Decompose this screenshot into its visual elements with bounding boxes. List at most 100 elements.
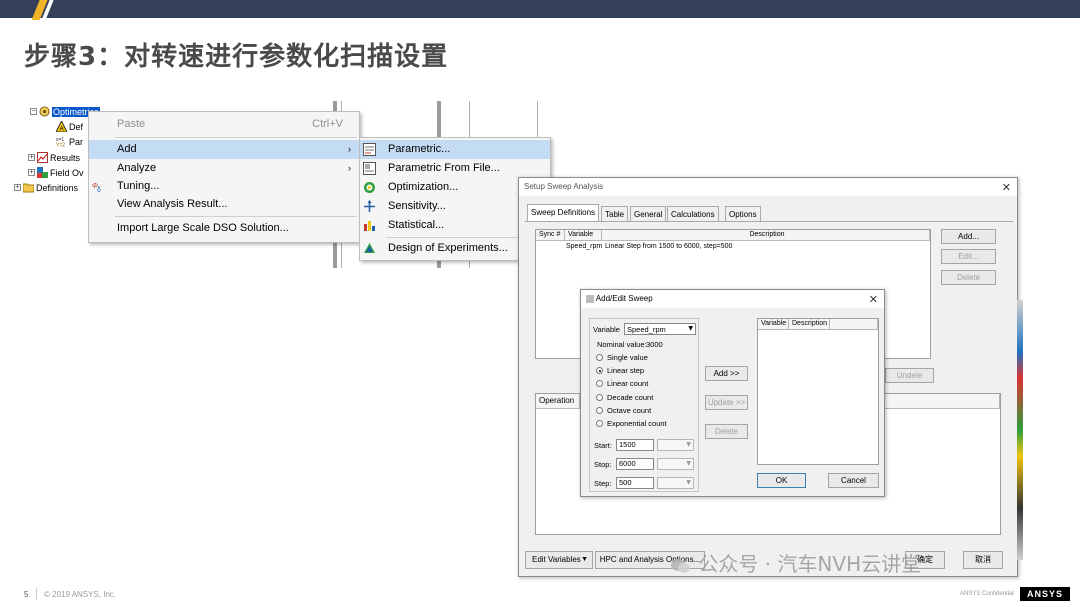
radio-exponential-count[interactable]: Exponential count	[596, 419, 667, 428]
start-unit-select[interactable]: ▼	[657, 439, 694, 451]
radio-linear-count[interactable]: Linear count	[596, 379, 648, 388]
step-label: Step:	[594, 479, 612, 488]
undelete-button[interactable]: Undele	[885, 368, 934, 383]
parametric-xy-icon: x=1Y=2	[56, 137, 65, 148]
menu-item-add[interactable]: Add ›	[89, 140, 359, 159]
svg-text:δ: δ	[97, 187, 101, 193]
start-input[interactable]: 1500	[616, 439, 654, 451]
menu-item-paste[interactable]: Paste Ctrl+V	[89, 115, 359, 134]
col-header-variable[interactable]: Variable	[565, 230, 602, 241]
delete-button[interactable]: Delete	[941, 270, 996, 285]
edit-button[interactable]: Edit...	[941, 249, 996, 264]
doe-icon	[364, 243, 375, 253]
stop-input[interactable]: 6000	[616, 458, 654, 470]
cancel-button[interactable]: Cancel	[828, 473, 879, 488]
update-button[interactable]: Update >>	[705, 395, 748, 410]
submenu-item-parametric[interactable]: Parametric...	[360, 140, 550, 159]
menu-separator	[115, 137, 357, 138]
col-header-description[interactable]: Description	[789, 319, 830, 330]
variable-label: Variable	[593, 325, 620, 334]
sweep-list: Variable Description	[757, 318, 879, 465]
context-menu: Paste Ctrl+V Add › Analyze › Φδ Tuning..…	[88, 111, 360, 243]
col-header-sync[interactable]: Sync #	[536, 230, 565, 241]
variable-select[interactable]: Speed_rpm ▼	[624, 323, 696, 335]
app-icon	[586, 294, 594, 303]
tree-item-field-overlays[interactable]: + Field Ov	[28, 167, 84, 178]
tab-sweep-definitions[interactable]: Sweep Definitions	[527, 204, 600, 221]
start-label: Start:	[594, 441, 612, 450]
radio-single-value[interactable]: Single value	[596, 353, 648, 362]
statistical-icon	[364, 221, 375, 231]
table-row[interactable]: Speed_rpm Linear Step from 1500 to 6000,…	[536, 242, 930, 253]
sensitivity-icon	[364, 200, 375, 212]
radio-circle-icon	[596, 407, 603, 414]
radio-decade-count[interactable]: Decade count	[596, 393, 653, 402]
radio-octave-count[interactable]: Octave count	[596, 406, 651, 415]
svg-text:Y=2: Y=2	[56, 143, 65, 148]
tab-options[interactable]: Options	[725, 206, 761, 221]
cancel-button[interactable]: 取消	[963, 551, 1003, 569]
radio-circle-icon	[596, 394, 603, 401]
tab-table[interactable]: Table	[601, 206, 629, 221]
col-header-operation[interactable]: Operation	[536, 394, 580, 409]
expand-icon[interactable]: +	[28, 169, 35, 176]
parametric-file-icon	[363, 162, 376, 175]
wechat-icon	[671, 558, 690, 573]
menu-item-import-dso[interactable]: Import Large Scale DSO Solution...	[89, 219, 359, 238]
slide-title: 步骤3：对转速进行参数化扫描设置	[24, 42, 449, 72]
tab-strip: Sweep Definitions Table General Calculat…	[527, 204, 1017, 222]
copyright-text: © 2019 ANSYS, Inc.	[44, 590, 117, 599]
parametric-icon	[363, 143, 376, 156]
ansys-logo: ANSYS	[1020, 587, 1070, 601]
submenu-arrow-icon: ›	[348, 163, 351, 173]
tree-item-parametric[interactable]: x=1 Y=2 Par	[56, 136, 83, 148]
tuning-icon: Φδ	[92, 183, 101, 193]
dialog-title: Add/Edit Sweep ✕	[581, 290, 884, 308]
results-icon	[37, 152, 48, 163]
col-header-description[interactable]: Description	[602, 230, 930, 241]
tree-item-results[interactable]: + Results	[28, 152, 80, 163]
row-variable: Speed_rpm	[566, 243, 603, 250]
row-description: Linear Step from 1500 to 6000, step=500	[605, 243, 733, 250]
tab-general[interactable]: General	[630, 206, 667, 221]
chevron-down-icon: ▼	[686, 479, 691, 486]
close-icon[interactable]: ✕	[1002, 179, 1011, 197]
submenu-item-parametric-from-file[interactable]: Parametric From File...	[360, 159, 550, 178]
radio-circle-icon	[596, 354, 603, 361]
menu-item-tuning[interactable]: Φδ Tuning...	[89, 177, 359, 196]
field-overlay-icon	[37, 167, 48, 178]
add-edit-sweep-dialog: Add/Edit Sweep ✕ Variable Speed_rpm ▼ No…	[580, 289, 885, 497]
add-to-list-button[interactable]: Add >>	[705, 366, 748, 381]
step-unit-select[interactable]: ▼	[657, 477, 694, 489]
edit-variables-button[interactable]: Edit Variables ▼	[525, 551, 593, 569]
collapse-icon[interactable]: −	[30, 108, 37, 115]
expand-icon[interactable]: +	[14, 184, 21, 191]
optimization-target-icon	[364, 182, 375, 193]
add-button[interactable]: Add...	[941, 229, 996, 244]
ok-button[interactable]: OK	[757, 473, 806, 488]
step-input[interactable]: 500	[616, 477, 654, 489]
tree-item-optimization[interactable]: A Def	[56, 121, 83, 132]
folder-icon	[23, 183, 34, 193]
watermark-text: 公众号 · 汽车NVH云讲堂	[670, 548, 921, 577]
tree-item-definitions[interactable]: + Definitions	[14, 182, 78, 193]
close-icon[interactable]: ✕	[869, 291, 878, 309]
tab-calculations[interactable]: Calculations	[667, 206, 719, 221]
delete-from-list-button[interactable]: Delete	[705, 424, 748, 439]
radio-linear-step[interactable]: Linear step	[596, 366, 644, 375]
menu-item-analyze[interactable]: Analyze ›	[89, 159, 359, 178]
nominal-label: Nominal value:	[597, 340, 647, 349]
col-header-variable[interactable]: Variable	[758, 319, 789, 330]
stop-unit-select[interactable]: ▼	[657, 458, 694, 470]
chevron-down-icon: ▼	[688, 325, 693, 332]
footer-divider	[36, 588, 37, 600]
nominal-value: 3000	[646, 340, 663, 349]
shortcut-label: Ctrl+V	[312, 118, 343, 130]
submenu-arrow-icon: ›	[348, 144, 351, 154]
svg-text:A: A	[60, 127, 64, 133]
menu-item-view-analysis-result[interactable]: View Analysis Result...	[89, 195, 359, 214]
stop-label: Stop:	[594, 460, 612, 469]
menu-separator	[115, 216, 357, 217]
tab-divider	[525, 221, 1013, 222]
expand-icon[interactable]: +	[28, 154, 35, 161]
